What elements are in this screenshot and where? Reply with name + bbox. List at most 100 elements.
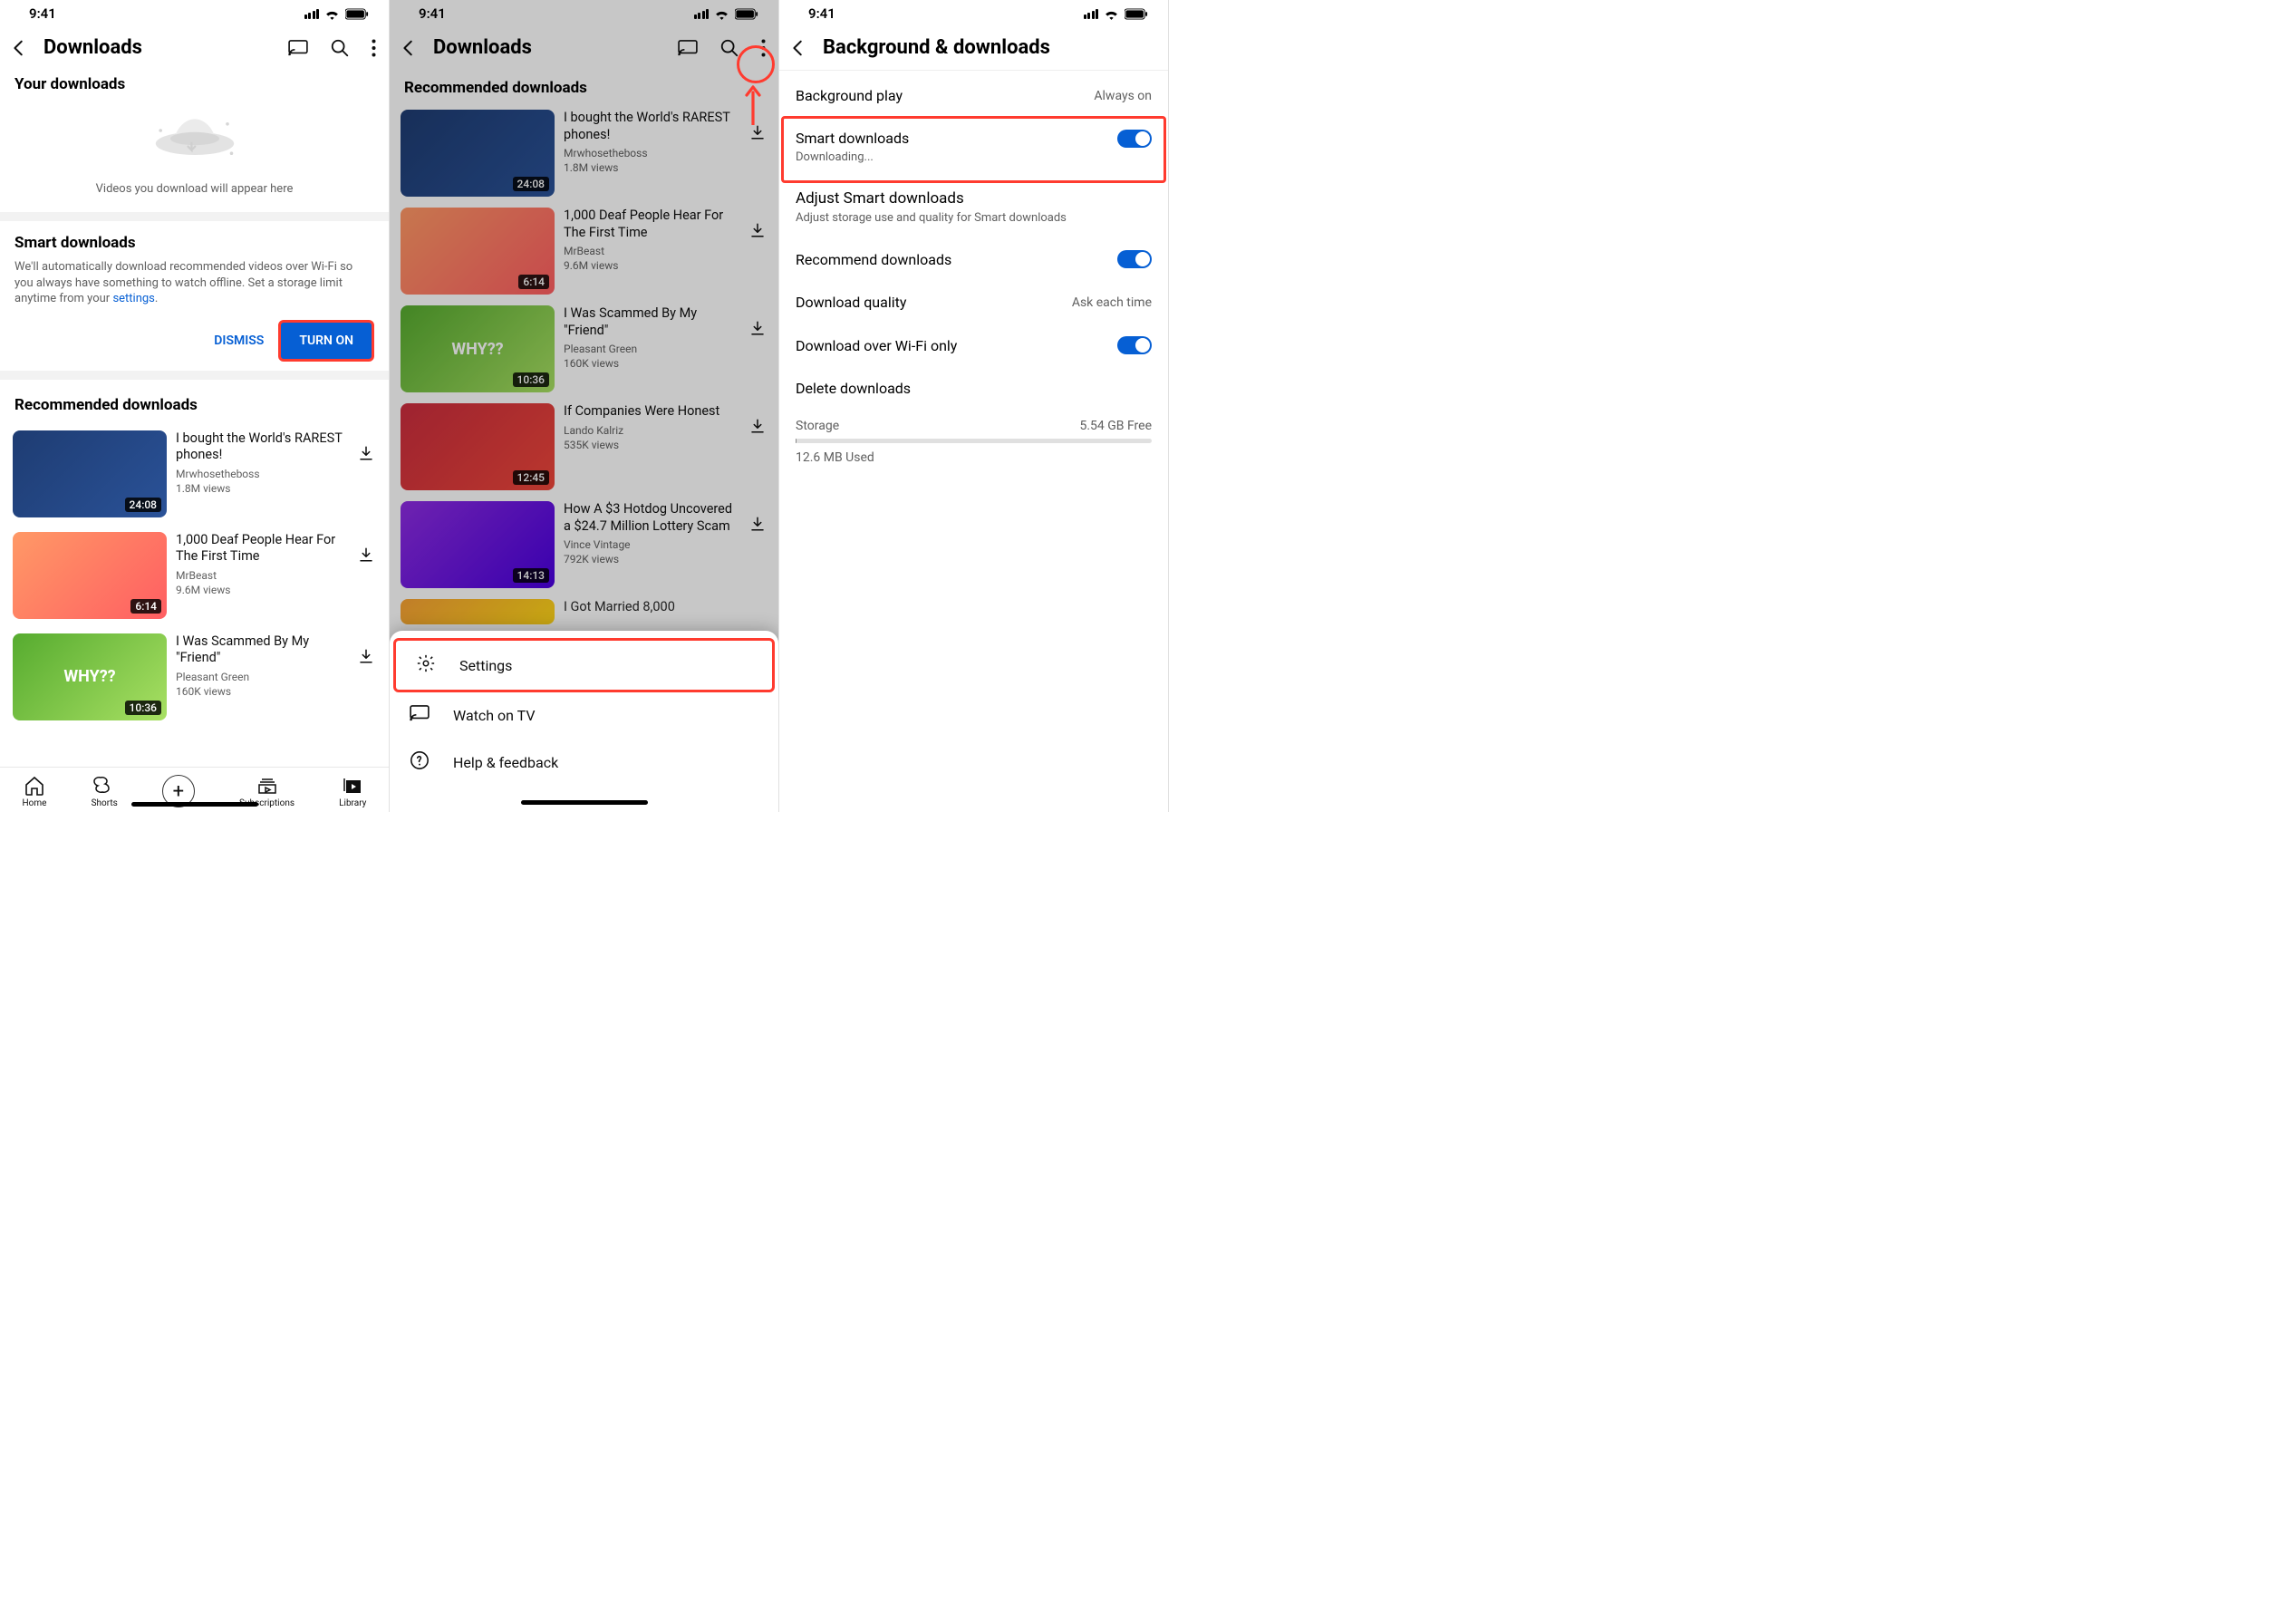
video-row[interactable]: WHY??10:36 I Was Scammed By My "Friend"P… bbox=[390, 300, 778, 398]
dismiss-button[interactable]: DISMISS bbox=[203, 324, 275, 357]
setting-recommend-downloads[interactable]: Recommend downloads bbox=[779, 237, 1168, 281]
video-row[interactable]: I Got Married 8,000 bbox=[390, 594, 778, 630]
video-thumbnail[interactable]: WHY??10:36 bbox=[401, 305, 555, 392]
setting-download-quality[interactable]: Download quality Ask each time bbox=[779, 281, 1168, 324]
video-thumbnail[interactable] bbox=[401, 599, 555, 624]
annotation-circle bbox=[737, 45, 775, 83]
video-row[interactable]: 24:08 I bought the World's RAREST phones… bbox=[390, 104, 778, 202]
storage-label: Storage bbox=[796, 419, 839, 433]
video-row[interactable]: WHY??10:36 I Was Scammed By My "Friend" … bbox=[0, 626, 389, 728]
download-icon[interactable] bbox=[748, 208, 768, 256]
battery-icon bbox=[735, 8, 758, 20]
video-meta: Lando Kalriz535K views bbox=[564, 423, 742, 452]
tab-library[interactable]: Library bbox=[339, 775, 366, 808]
video-thumbnail[interactable]: 14:13 bbox=[401, 501, 555, 588]
video-thumbnail[interactable]: 6:14 bbox=[401, 208, 555, 295]
video-title: If Companies Were Honest bbox=[564, 403, 742, 420]
video-thumbnail[interactable]: 24:08 bbox=[401, 110, 555, 197]
cellular-icon bbox=[304, 9, 320, 19]
overflow-menu-sheet: Settings Watch on TV Help & feedback bbox=[390, 631, 778, 812]
page-title: Downloads bbox=[433, 36, 663, 59]
toggle-switch[interactable] bbox=[1117, 336, 1152, 354]
download-icon[interactable] bbox=[748, 305, 768, 354]
duration-badge: 10:36 bbox=[125, 701, 161, 715]
menu-watch-on-tv[interactable]: Watch on TV bbox=[390, 692, 778, 738]
setting-label: Download quality bbox=[796, 294, 906, 311]
wifi-icon bbox=[324, 8, 340, 20]
search-icon[interactable] bbox=[330, 38, 350, 58]
back-arrow-icon[interactable] bbox=[399, 38, 419, 58]
video-meta: Mrwhosetheboss1.8M views bbox=[564, 146, 742, 175]
duration-badge: 6:14 bbox=[130, 599, 161, 614]
more-menu-icon[interactable] bbox=[372, 39, 376, 57]
storage-bar bbox=[796, 439, 1152, 443]
turn-on-button[interactable]: TURN ON bbox=[278, 320, 374, 362]
video-row[interactable]: 14:13 How A $3 Hotdog Uncovered a $24.7 … bbox=[390, 496, 778, 594]
smart-downloads-card: Smart downloads We'll automatically down… bbox=[0, 221, 389, 371]
status-icons bbox=[304, 8, 370, 20]
video-row[interactable]: 6:14 1,000 Deaf People Hear For The Firs… bbox=[0, 525, 389, 626]
toggle-switch[interactable] bbox=[1117, 250, 1152, 268]
home-indicator bbox=[521, 800, 648, 805]
video-thumbnail[interactable]: 12:45 bbox=[401, 403, 555, 490]
menu-help-feedback[interactable]: Help & feedback bbox=[390, 738, 778, 787]
setting-download-wifi-only[interactable]: Download over Wi-Fi only bbox=[779, 324, 1168, 367]
battery-icon bbox=[345, 8, 369, 20]
download-icon[interactable] bbox=[748, 403, 768, 452]
download-icon[interactable] bbox=[356, 430, 376, 479]
settings-link[interactable]: settings bbox=[112, 292, 154, 305]
back-arrow-icon[interactable] bbox=[9, 38, 29, 58]
video-row[interactable]: 12:45 If Companies Were Honest Lando Kalr… bbox=[390, 398, 778, 496]
setting-background-play[interactable]: Background play Always on bbox=[779, 74, 1168, 117]
cast-icon bbox=[410, 705, 430, 725]
video-meta: Pleasant Green160K views bbox=[564, 342, 742, 371]
storage-section: Storage 5.54 GB Free 12.6 MB Used bbox=[779, 410, 1168, 474]
battery-icon bbox=[1125, 8, 1148, 20]
back-arrow-icon[interactable] bbox=[788, 38, 808, 58]
setting-label: Download over Wi-Fi only bbox=[796, 337, 957, 354]
video-row[interactable]: 6:14 1,000 Deaf People Hear For The Firs… bbox=[390, 202, 778, 300]
status-time: 9:41 bbox=[29, 5, 56, 22]
video-thumbnail[interactable]: 24:08 bbox=[13, 430, 167, 517]
video-meta: Vince Vintage792K views bbox=[564, 537, 742, 566]
header: Downloads bbox=[0, 25, 389, 70]
cast-icon[interactable] bbox=[288, 40, 308, 56]
panel-downloads-empty: 9:41 Downloads Your downloads Videos you… bbox=[0, 0, 390, 812]
video-thumbnail[interactable]: WHY??10:36 bbox=[13, 633, 167, 720]
tab-home[interactable]: Home bbox=[23, 775, 47, 808]
setting-delete-downloads[interactable]: Delete downloads bbox=[779, 367, 1168, 410]
page-title: Downloads bbox=[43, 36, 274, 59]
download-icon[interactable] bbox=[356, 633, 376, 682]
download-icon[interactable] bbox=[748, 501, 768, 550]
download-icon[interactable] bbox=[356, 532, 376, 581]
wifi-icon bbox=[714, 8, 729, 20]
menu-label: Settings bbox=[459, 657, 512, 674]
setting-label: Recommend downloads bbox=[796, 251, 951, 268]
duration-badge: 24:08 bbox=[125, 498, 161, 512]
empty-state: Videos you download will appear here bbox=[0, 99, 389, 212]
status-icons bbox=[1084, 8, 1149, 20]
ufo-illustration-icon bbox=[14, 106, 374, 175]
video-row[interactable]: 24:08 I bought the World's RAREST phones… bbox=[0, 423, 389, 525]
setting-value: Ask each time bbox=[1072, 295, 1152, 310]
status-time: 9:41 bbox=[808, 5, 835, 22]
status-bar: 9:41 bbox=[779, 0, 1168, 25]
setting-adjust-smart-downloads[interactable]: Adjust Smart downloads Adjust storage us… bbox=[779, 177, 1168, 237]
wifi-icon bbox=[1104, 8, 1119, 20]
video-meta: Mrwhosetheboss1.8M views bbox=[176, 467, 351, 496]
setting-label: Adjust Smart downloads bbox=[796, 189, 1067, 208]
search-icon[interactable] bbox=[719, 38, 739, 58]
help-icon bbox=[410, 750, 430, 774]
cellular-icon bbox=[1084, 9, 1099, 19]
empty-state-text: Videos you download will appear here bbox=[14, 182, 374, 196]
recommended-downloads-heading: Recommended downloads bbox=[0, 380, 389, 423]
menu-settings[interactable]: Settings bbox=[393, 638, 775, 692]
video-thumbnail[interactable]: 6:14 bbox=[13, 532, 167, 619]
cast-icon[interactable] bbox=[678, 40, 698, 56]
header: Background & downloads bbox=[779, 25, 1168, 71]
menu-label: Help & feedback bbox=[453, 754, 558, 771]
divider bbox=[0, 212, 389, 221]
divider bbox=[0, 371, 389, 380]
tab-shorts[interactable]: Shorts bbox=[92, 775, 118, 808]
header: Downloads bbox=[390, 25, 778, 70]
